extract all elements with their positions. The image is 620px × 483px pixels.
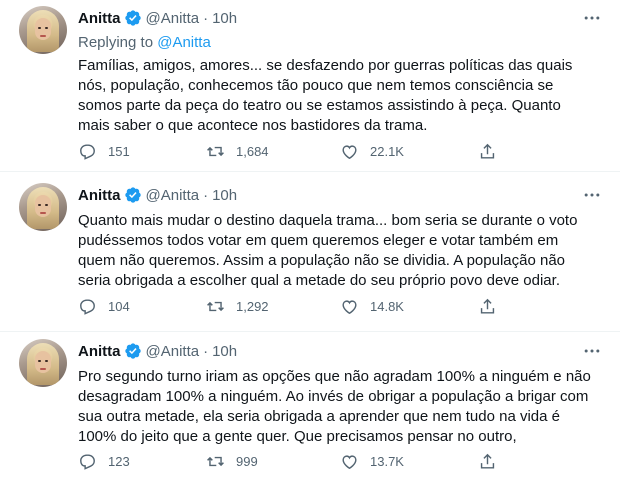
share-button[interactable] (478, 142, 497, 161)
replying-to: Replying to @Anitta (78, 33, 602, 53)
like-count: 14.8K (370, 298, 404, 314)
like-count: 13.7K (370, 453, 404, 469)
tweet-content: Anitta @Anitta · 10h Pro segundo turno i… (78, 341, 602, 447)
tweet-header: Anitta @Anitta · 10h (78, 341, 602, 361)
tweet-content: Anitta @Anitta · 10h Replying to @Anitta… (78, 8, 602, 136)
replying-prefix: Replying to (78, 34, 154, 51)
like-button[interactable]: 14.8K (340, 297, 404, 316)
avatar[interactable] (19, 339, 67, 387)
reply-button[interactable]: 104 (78, 297, 130, 316)
share-icon (480, 298, 495, 314)
tweet-time[interactable]: 10h (212, 187, 237, 204)
author-name[interactable]: Anitta (78, 187, 121, 204)
retweet-count: 1,684 (236, 143, 269, 159)
share-button[interactable] (478, 452, 497, 471)
separator-dot: · (203, 9, 209, 27)
author-handle[interactable]: @Anitta (146, 10, 200, 27)
reply-button[interactable]: 151 (78, 142, 130, 161)
tweet-time[interactable]: 10h (212, 343, 237, 360)
tweet-header: Anitta @Anitta · 10h (78, 185, 602, 205)
reply-count: 151 (108, 143, 130, 159)
avatar[interactable] (19, 6, 67, 54)
author-handle[interactable]: @Anitta (146, 187, 200, 204)
retweet-count: 999 (236, 453, 258, 469)
separator-dot: · (203, 186, 209, 204)
reply-icon (80, 453, 95, 470)
retweet-icon (207, 456, 224, 466)
separator-dot: · (203, 342, 209, 360)
tweet-text: Pro segundo turno iriam as opções que nã… (78, 368, 591, 445)
verified-badge-icon (124, 10, 141, 26)
like-heart-icon (342, 454, 357, 469)
avatar[interactable] (19, 183, 67, 231)
tweet[interactable]: Anitta @Anitta · 10h Pro segundo turno i… (0, 332, 620, 483)
retweet-icon (207, 301, 224, 311)
retweet-icon (207, 146, 224, 156)
tweet-text: Quanto mais mudar o destino daquela tram… (78, 212, 578, 289)
tweet-header: Anitta @Anitta · 10h (78, 8, 602, 28)
like-button[interactable]: 22.1K (340, 142, 404, 161)
retweet-button[interactable]: 999 (206, 452, 258, 471)
reply-icon (80, 298, 95, 315)
like-heart-icon (342, 299, 357, 314)
share-icon (480, 143, 495, 159)
tweet-actions: 104 1,292 14.8K (78, 296, 508, 316)
like-button[interactable]: 13.7K (340, 452, 404, 471)
tweet-text: Famílias, amigos, amores... se desfazend… (78, 57, 573, 134)
author-name[interactable]: Anitta (78, 343, 121, 360)
verified-badge-icon (124, 343, 141, 359)
retweet-count: 1,292 (236, 298, 269, 314)
author-handle[interactable]: @Anitta (146, 343, 200, 360)
reply-icon (80, 143, 95, 160)
retweet-button[interactable]: 1,684 (206, 142, 269, 161)
author-name[interactable]: Anitta (78, 10, 121, 27)
share-icon (480, 453, 495, 469)
more-horizontal-icon[interactable] (582, 341, 602, 361)
like-count: 22.1K (370, 143, 404, 159)
reply-button[interactable]: 123 (78, 452, 130, 471)
replying-to-link[interactable]: @Anitta (157, 34, 211, 51)
retweet-button[interactable]: 1,292 (206, 297, 269, 316)
verified-badge-icon (124, 187, 141, 203)
reply-count: 123 (108, 453, 130, 469)
tweet-actions: 123 999 13.7K (78, 451, 508, 471)
tweet-actions: 151 1,684 22.1K (78, 141, 508, 161)
share-button[interactable] (478, 297, 497, 316)
tweet[interactable]: Anitta @Anitta · 10h Replying to @Anitta… (0, 0, 620, 172)
reply-count: 104 (108, 298, 130, 314)
more-horizontal-icon[interactable] (582, 185, 602, 205)
like-heart-icon (342, 144, 357, 159)
tweet[interactable]: Anitta @Anitta · 10h Quanto mais mudar o… (0, 172, 620, 332)
tweet-content: Anitta @Anitta · 10h Quanto mais mudar o… (78, 185, 602, 291)
more-horizontal-icon[interactable] (582, 8, 602, 28)
tweet-time[interactable]: 10h (212, 10, 237, 27)
